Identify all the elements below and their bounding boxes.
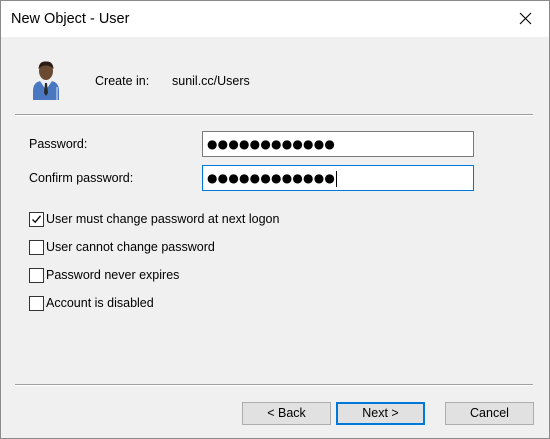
close-icon [519,12,532,25]
cannot-change-password-checkbox[interactable] [29,240,44,255]
confirm-password-input[interactable]: ●●●●●●●●●●●● [202,165,474,191]
confirm-password-value: ●●●●●●●●●●●● [207,171,336,185]
cancel-button[interactable]: Cancel [445,402,534,425]
password-input[interactable]: ●●●●●●●●●●●● [202,131,474,157]
new-object-user-dialog: New Object - User Create in: sunil.cc/Us… [0,0,550,439]
create-in-label: Create in: [95,74,150,88]
create-in-path: sunil.cc/Users [172,74,250,88]
cannot-change-password-label: User cannot change password [46,240,215,254]
must-change-password-label: User must change password at next logon [46,212,280,226]
text-caret [336,170,338,187]
user-icon [33,61,59,100]
password-never-expires-checkbox[interactable] [29,268,44,283]
window-title: New Object - User [11,11,130,27]
confirm-password-label: Confirm password: [29,171,134,185]
checkmark-icon [32,215,42,224]
close-button[interactable] [503,1,549,37]
header-divider [15,114,533,116]
account-disabled-checkbox[interactable] [29,296,44,311]
must-change-password-checkbox[interactable] [29,212,44,227]
password-never-expires-label: Password never expires [46,268,180,282]
account-disabled-label: Account is disabled [46,296,154,310]
title-bar[interactable]: New Object - User [1,1,549,37]
footer-divider [15,384,533,386]
next-button[interactable]: Next > [336,402,425,425]
password-label: Password: [29,137,88,151]
back-button[interactable]: < Back [242,402,331,425]
password-value: ●●●●●●●●●●●● [207,137,336,151]
